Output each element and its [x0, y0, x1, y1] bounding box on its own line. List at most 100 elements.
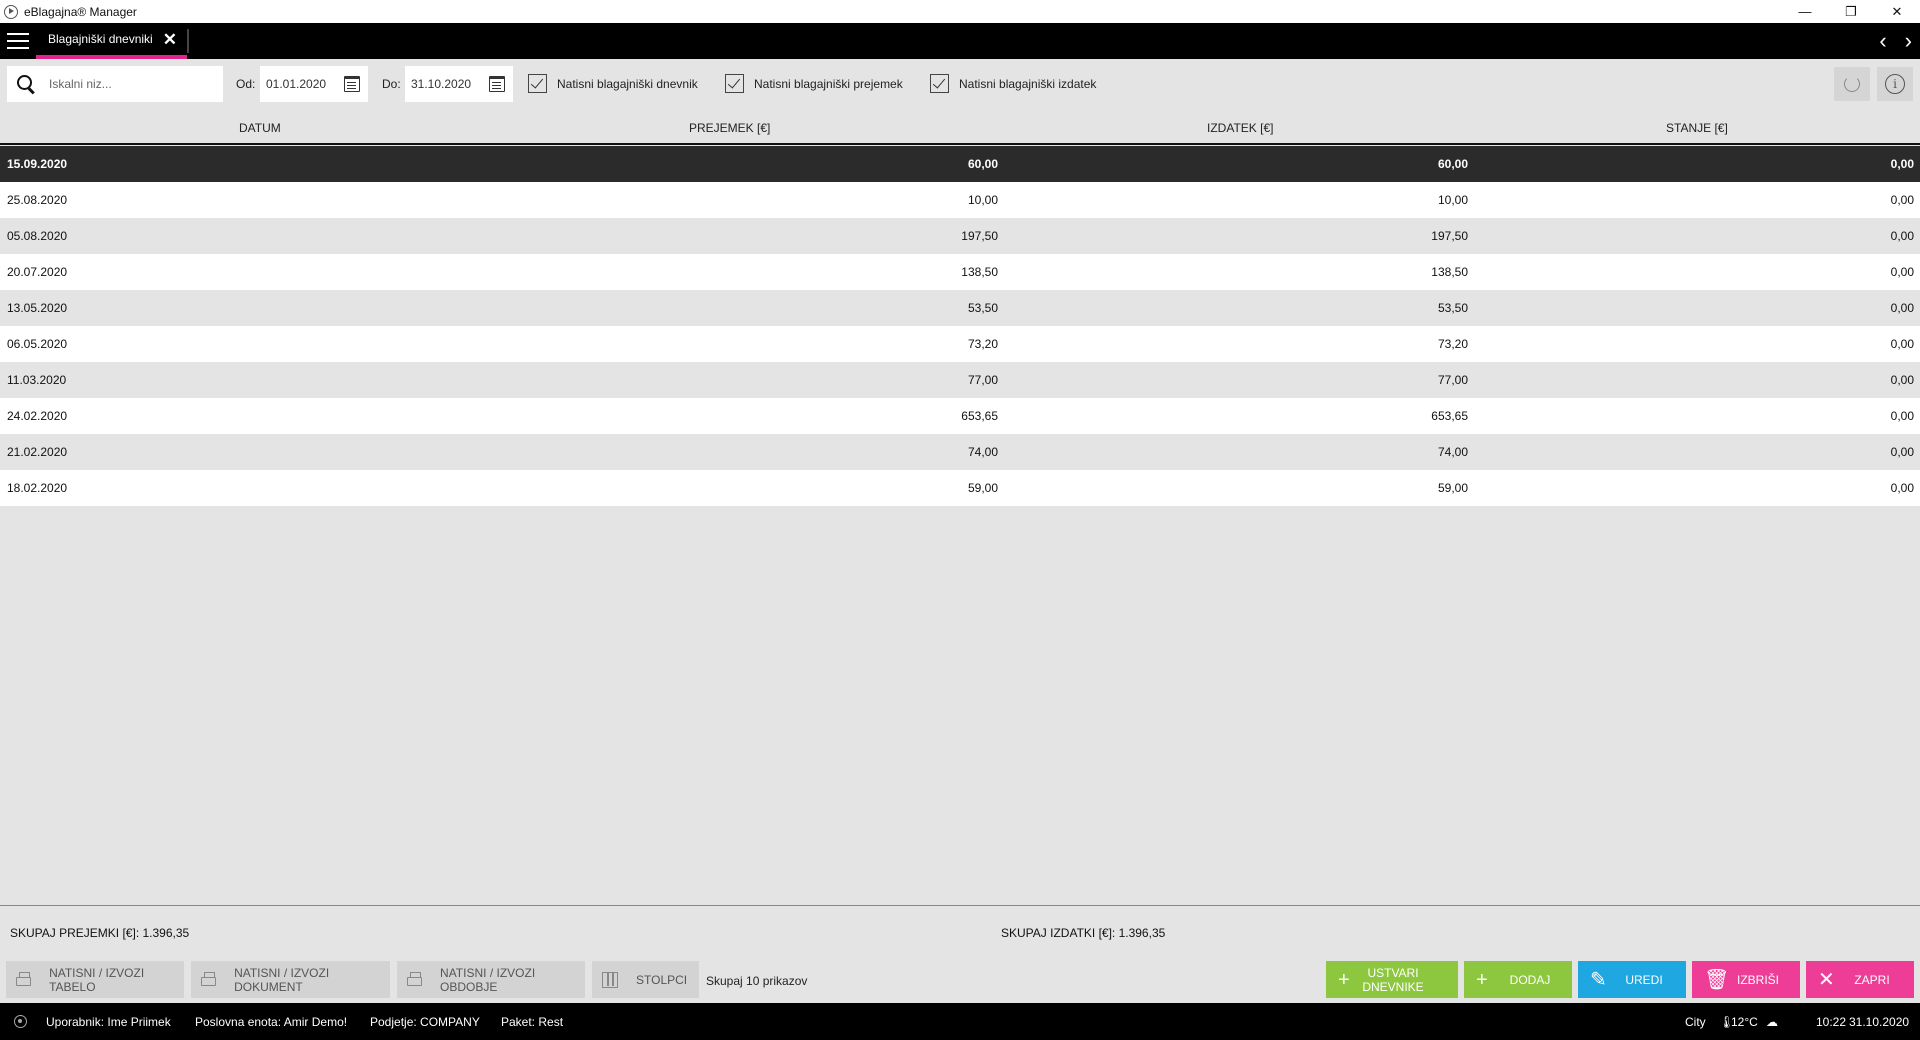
- cell-datum: 25.08.2020: [7, 193, 68, 207]
- checkbox-checked-icon[interactable]: [725, 74, 744, 93]
- delete-button[interactable]: 🗑 IZBRIŠI: [1692, 961, 1800, 998]
- cell-prejemek: 653,65: [961, 409, 998, 423]
- columns-icon: [602, 971, 618, 988]
- tab-navigation: ‹ ›: [1879, 23, 1912, 59]
- tab-bar: Blagajniški dnevniki ✕ ‹ ›: [0, 23, 1920, 59]
- button-label: USTVARI DNEVNIKE: [1362, 965, 1424, 994]
- window-titlebar: eBlagajna® Manager — ❐ ✕: [0, 0, 1920, 23]
- checkbox-print-prejemek[interactable]: Natisni blagajniški prejemek: [725, 74, 903, 93]
- status-city: City: [1685, 1015, 1706, 1029]
- search-box: [7, 66, 223, 102]
- cell-stanje: 0,00: [1890, 337, 1914, 351]
- cell-stanje: 0,00: [1890, 445, 1914, 459]
- cell-prejemek: 77,00: [967, 373, 998, 387]
- tab-separator: [187, 29, 189, 53]
- cell-prejemek: 53,50: [967, 301, 998, 315]
- nav-forward-icon[interactable]: ›: [1905, 28, 1912, 54]
- cell-datum: 20.07.2020: [7, 265, 68, 279]
- app-logo-icon: [4, 4, 18, 19]
- checkbox-checked-icon[interactable]: [930, 74, 949, 93]
- cell-stanje: 0,00: [1890, 229, 1914, 243]
- table-row[interactable]: 25.08.2020 10,00 10,00 0,00: [0, 182, 1920, 218]
- status-bar: Uporabnik: Ime Priimek Poslovna enota: A…: [0, 1003, 1920, 1040]
- table-row[interactable]: 24.02.2020 653,65 653,65 0,00: [0, 398, 1920, 434]
- table-row[interactable]: 06.05.2020 73,20 73,20 0,00: [0, 326, 1920, 362]
- table-row[interactable]: 15.09.2020 60,00 60,00 0,00: [0, 146, 1920, 182]
- settings-icon[interactable]: [14, 1015, 27, 1028]
- cell-datum: 05.08.2020: [7, 229, 68, 243]
- cell-prejemek: 73,20: [967, 337, 998, 351]
- column-header-datum[interactable]: DATUM: [239, 121, 281, 135]
- total-prejemki: SKUPAJ PREJEMKI [€]: 1.396,35: [10, 926, 190, 940]
- cell-izdatek: 53,50: [1437, 301, 1468, 315]
- cell-stanje: 0,00: [1890, 301, 1914, 315]
- pencil-icon: ✎: [1590, 968, 1607, 991]
- table-row[interactable]: 21.02.2020 74,00 74,00 0,00: [0, 434, 1920, 470]
- status-business-unit: Poslovna enota: Amir Demo!: [195, 1015, 348, 1029]
- window-controls: — ❐ ✕: [1782, 0, 1920, 23]
- print-export-period-button[interactable]: NATISNI / IZVOZI OBDOBJE: [397, 961, 585, 998]
- cell-prejemek: 74,00: [967, 445, 998, 459]
- table-row[interactable]: 05.08.2020 197,50 197,50 0,00: [0, 218, 1920, 254]
- close-button[interactable]: ✕ ZAPRI: [1806, 961, 1914, 998]
- button-label: ZAPRI: [1854, 972, 1890, 987]
- cell-izdatek: 653,65: [1431, 409, 1468, 423]
- button-label: IZBRIŠI: [1736, 972, 1779, 987]
- button-label: UREDI: [1625, 972, 1663, 987]
- date-to-value: 31.10.2020: [411, 77, 472, 91]
- nav-back-icon[interactable]: ‹: [1879, 28, 1886, 54]
- close-icon: ✕: [1818, 968, 1835, 991]
- cell-izdatek: 77,00: [1437, 373, 1468, 387]
- columns-button[interactable]: STOLPCI: [592, 961, 699, 998]
- date-from-value: 01.01.2020: [266, 77, 327, 91]
- create-journals-button[interactable]: + USTVARI DNEVNIKE: [1326, 961, 1458, 998]
- weather-icon: ☁: [1766, 1015, 1778, 1029]
- tab-close-icon[interactable]: ✕: [163, 30, 177, 50]
- table-row[interactable]: 20.07.2020 138,50 138,50 0,00: [0, 254, 1920, 290]
- cell-datum: 06.05.2020: [7, 337, 68, 351]
- button-label: NATISNI / IZVOZI DOKUMENT: [234, 965, 330, 994]
- print-export-table-button[interactable]: NATISNI / IZVOZI TABELO: [6, 961, 184, 998]
- cell-stanje: 0,00: [1890, 193, 1914, 207]
- minimize-button[interactable]: —: [1782, 0, 1828, 23]
- table-row[interactable]: 13.05.2020 53,50 53,50 0,00: [0, 290, 1920, 326]
- table-row[interactable]: 18.02.2020 59,00 59,00 0,00: [0, 470, 1920, 506]
- cell-stanje: 0,00: [1890, 157, 1914, 171]
- cell-stanje: 0,00: [1890, 373, 1914, 387]
- checkbox-label: Natisni blagajniški izdatek: [959, 76, 1097, 91]
- cell-izdatek: 59,00: [1437, 481, 1468, 495]
- cell-izdatek: 138,50: [1431, 265, 1468, 279]
- info-button[interactable]: i: [1877, 67, 1913, 101]
- column-header-stanje[interactable]: STANJE [€]: [1666, 121, 1728, 135]
- close-window-button[interactable]: ✕: [1874, 0, 1920, 23]
- date-to-field[interactable]: 31.10.2020: [405, 66, 513, 102]
- cell-izdatek: 197,50: [1431, 229, 1468, 243]
- table-row[interactable]: 11.03.2020 77,00 77,00 0,00: [0, 362, 1920, 398]
- cell-stanje: 0,00: [1890, 409, 1914, 423]
- cell-datum: 18.02.2020: [7, 481, 68, 495]
- calendar-icon[interactable]: [344, 76, 360, 92]
- refresh-icon: [1844, 76, 1860, 92]
- column-header-izdatek[interactable]: IZDATEK [€]: [1207, 121, 1273, 135]
- cell-prejemek: 60,00: [967, 157, 998, 171]
- restore-button[interactable]: ❐: [1828, 0, 1874, 23]
- calendar-icon[interactable]: [489, 76, 505, 92]
- date-from-field[interactable]: 01.01.2020: [260, 66, 368, 102]
- column-header-prejemek[interactable]: PREJEMEK [€]: [689, 121, 770, 135]
- edit-button[interactable]: ✎ UREDI: [1578, 961, 1686, 998]
- plus-icon: +: [1476, 968, 1488, 991]
- tab-label: Blagajniški dnevniki: [48, 32, 153, 46]
- hamburger-menu-icon[interactable]: [0, 23, 36, 59]
- checkbox-print-izdatek[interactable]: Natisni blagajniški izdatek: [930, 74, 1096, 93]
- add-button[interactable]: + DODAJ: [1464, 961, 1572, 998]
- refresh-button[interactable]: [1834, 67, 1870, 101]
- print-export-document-button[interactable]: NATISNI / IZVOZI DOKUMENT: [191, 961, 390, 998]
- search-input[interactable]: [49, 77, 209, 91]
- tab-blagajniski-dnevniki[interactable]: Blagajniški dnevniki ✕: [36, 23, 187, 59]
- search-icon[interactable]: [15, 73, 37, 95]
- cell-prejemek: 197,50: [961, 229, 998, 243]
- cell-datum: 24.02.2020: [7, 409, 68, 423]
- date-to-label: Do:: [382, 77, 401, 91]
- checkbox-print-dnevnik[interactable]: Natisni blagajniški dnevnik: [528, 74, 698, 93]
- checkbox-checked-icon[interactable]: [528, 74, 547, 93]
